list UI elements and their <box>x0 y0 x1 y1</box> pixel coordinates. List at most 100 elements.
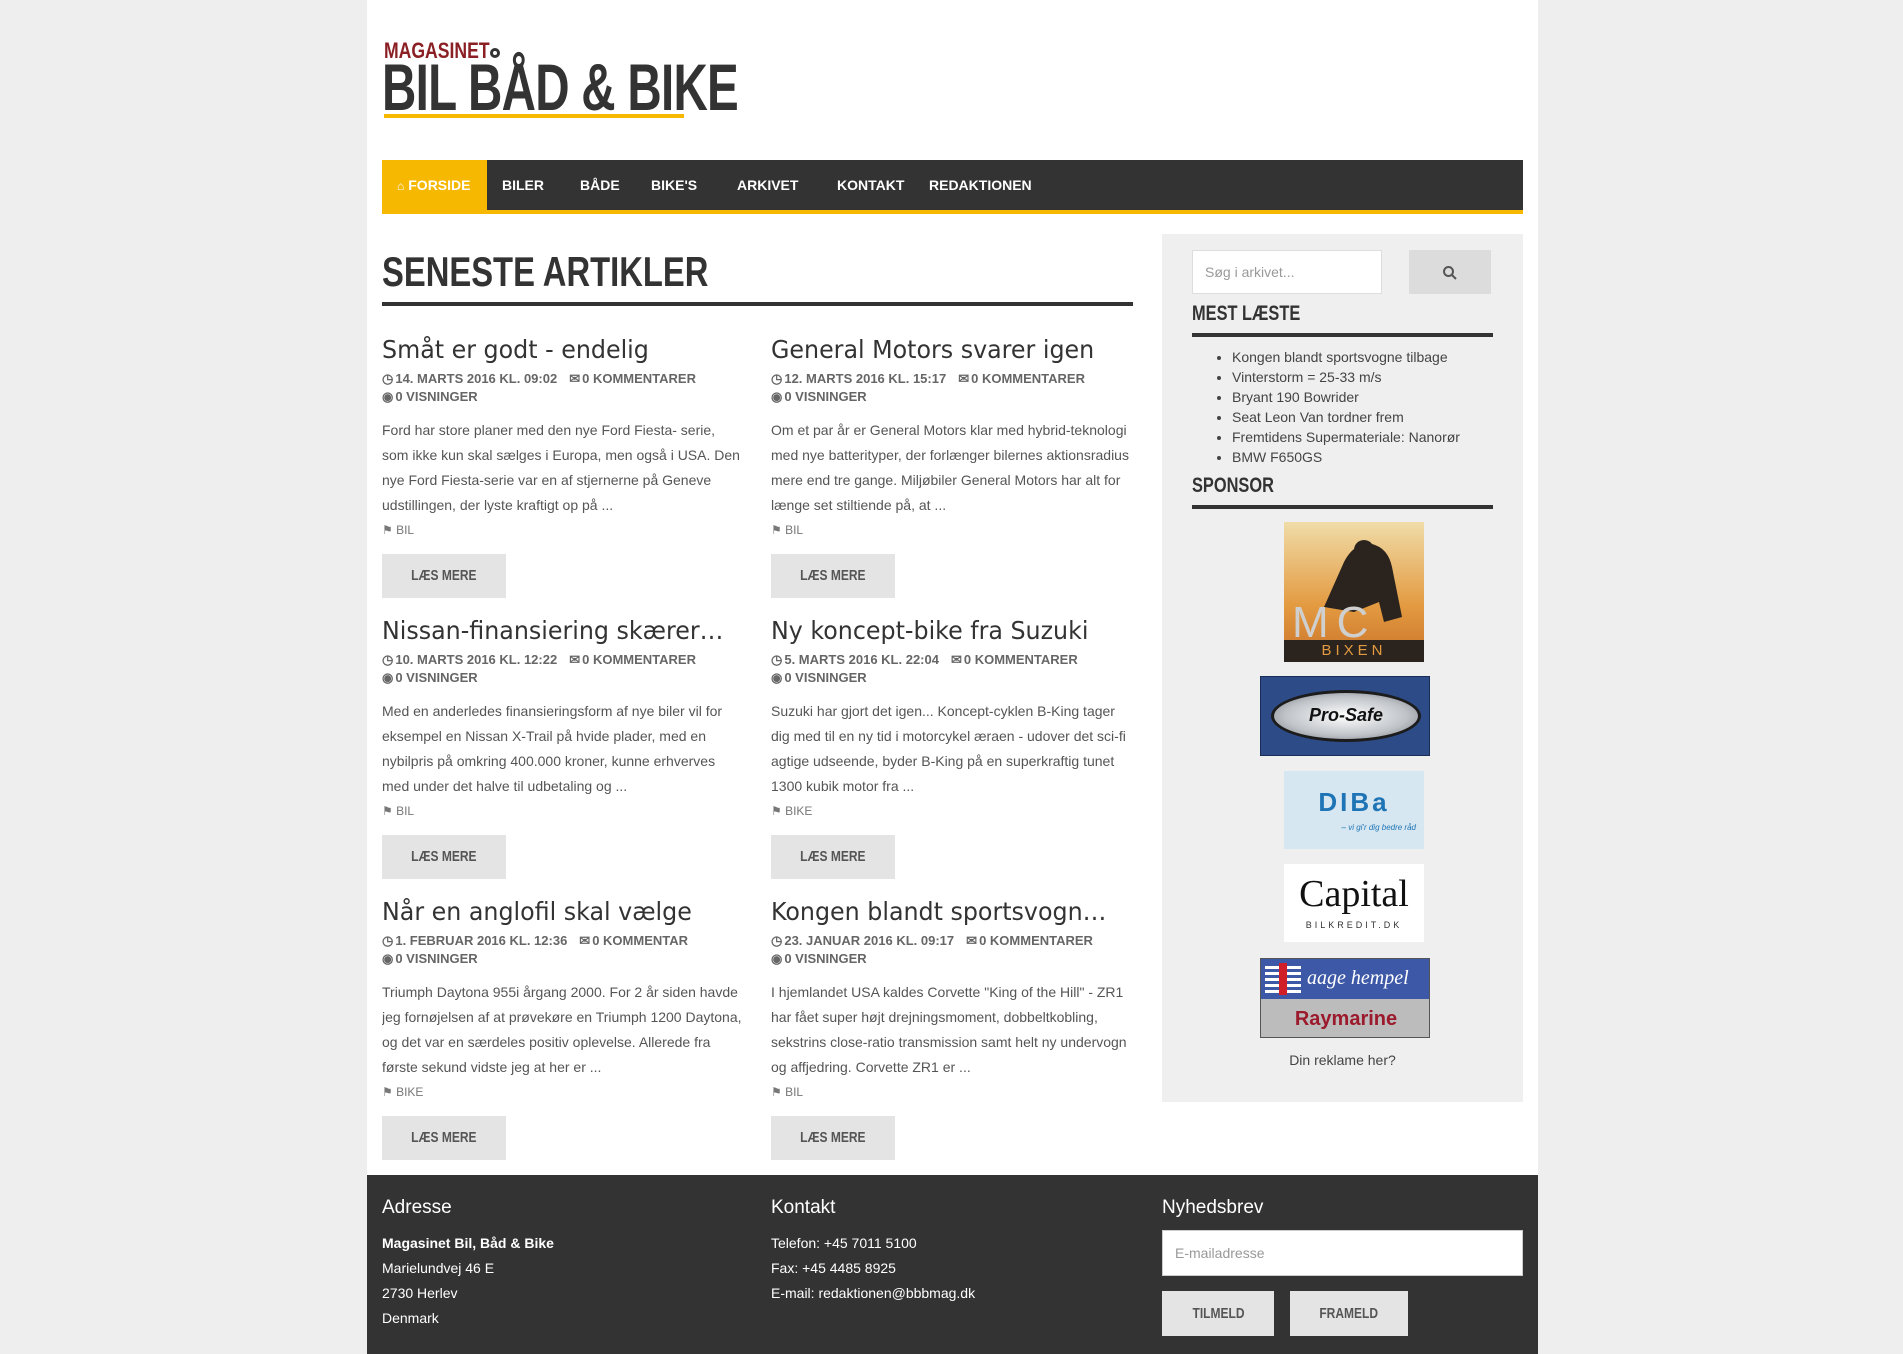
footer-address-heading: Adresse <box>382 1197 452 1218</box>
article-comments[interactable]: 0 KOMMENTARER <box>971 371 1085 386</box>
unsubscribe-label: FRAMELD <box>1319 1305 1379 1322</box>
article-date: 12. MARTS 2016 KL. 15:17 <box>784 371 947 386</box>
search-button[interactable] <box>1409 250 1491 294</box>
nav-item-biler[interactable]: BILER <box>487 160 559 210</box>
article-excerpt: Om et par år er General Motors klar med … <box>771 422 1129 513</box>
aage-hempel-text: aage hempel <box>1307 967 1409 989</box>
nav-item-kontakt[interactable]: KONTAKT <box>822 160 919 210</box>
most-read-item[interactable]: Vinterstorm = 25-33 m/s <box>1232 367 1502 387</box>
footer-newsletter-heading: Nyhedsbrev <box>1162 1197 1264 1218</box>
eye-icon: ◉ <box>771 389 783 404</box>
comment-icon: ✉ <box>579 933 591 948</box>
article-excerpt: Ford har store planer med den nye Ford F… <box>382 422 740 513</box>
address-line: Marielundvej 46 E <box>382 1260 495 1276</box>
article-title[interactable]: Når en anglofil skal vælge <box>382 896 726 928</box>
article-card: Når en anglofil skal vælge ◷ 1. FEBRUAR 2… <box>382 896 744 1160</box>
sponsor-capital[interactable]: Capital BILKREDIT.DK <box>1284 864 1424 942</box>
read-more-label: LÆS MERE <box>411 1129 477 1146</box>
subscribe-label: TILMELD <box>1192 1305 1244 1322</box>
nav-item-arkivet[interactable]: ARKIVET <box>722 160 813 210</box>
sponsor-pro-safe[interactable]: Pro-Safe <box>1260 676 1430 756</box>
article-date: 10. MARTS 2016 KL. 12:22 <box>395 652 558 667</box>
article-meta: ◷ 5. MARTS 2016 KL. 22:04 ✉ 0 KOMMENTARER ◉… <box>771 651 1133 687</box>
article-views: 0 VISNINGER <box>784 951 867 966</box>
search-input[interactable]: Søg i arkivet... <box>1192 250 1382 294</box>
section-title: SENESTE ARTIKLER <box>382 248 709 295</box>
nav-item-redaktionen[interactable]: REDAKTIONEN <box>914 160 1047 210</box>
article-tag[interactable]: ⚑ BIL <box>382 803 744 819</box>
article-meta: ◷ 23. JANUAR 2016 KL. 09:17 ✉ 0 KOMMENTARER… <box>771 932 1133 968</box>
article-title[interactable]: General Motors svarer igen <box>771 334 1115 366</box>
most-read-item[interactable]: BMW F650GS <box>1232 447 1502 467</box>
article-meta: ◷ 14. MARTS 2016 KL. 09:02 ✉ 0 KOMMENTARER … <box>382 370 744 406</box>
footer-contact: Telefon: +45 7011 5100 Fax: +45 4485 892… <box>771 1231 975 1306</box>
section-divider <box>382 302 1133 306</box>
newsletter-email-input[interactable]: E-mailadresse <box>1162 1230 1523 1276</box>
comment-icon: ✉ <box>569 371 581 386</box>
article-title[interactable]: Nissan-finansiering skærer i ... <box>382 615 726 647</box>
sponsor-aage-hempel[interactable]: aage hempel Raymarine <box>1260 958 1430 1038</box>
article-date: 1. FEBRUAR 2016 KL. 12:36 <box>395 933 568 948</box>
read-more-label: LÆS MERE <box>800 848 866 865</box>
nav-item-baade[interactable]: BÅDE <box>565 160 635 210</box>
article-views: 0 VISNINGER <box>395 670 478 685</box>
eye-icon: ◉ <box>771 951 783 966</box>
most-read-item[interactable]: Fremtidens Supermateriale: Nanorør <box>1232 427 1502 447</box>
article-excerpt: Suzuki har gjort det igen... Koncept-cyk… <box>771 703 1126 794</box>
article-comments[interactable]: 0 KOMMENTAR <box>592 933 688 948</box>
read-more-button[interactable]: LÆS MERE <box>771 1116 895 1160</box>
contact-phone: Telefon: +45 7011 5100 <box>771 1235 917 1251</box>
nav-item-forside[interactable]: ⌂ FORSIDE <box>382 160 487 210</box>
article-tag[interactable]: ⚑ BIL <box>382 522 744 538</box>
most-read-item[interactable]: Seat Leon Van tordner frem <box>1232 407 1502 427</box>
mc-logo-text: MC <box>1292 598 1377 647</box>
footer-contact-heading: Kontakt <box>771 1197 836 1218</box>
comment-icon: ✉ <box>966 933 978 948</box>
article-comments[interactable]: 0 KOMMENTARER <box>582 371 696 386</box>
read-more-button[interactable]: LÆS MERE <box>382 1116 506 1160</box>
address-line: Magasinet Bil, Båd & Bike <box>382 1235 554 1251</box>
article-tag[interactable]: ⚑ BIL <box>771 522 1133 538</box>
unsubscribe-button[interactable]: FRAMELD <box>1290 1291 1408 1336</box>
read-more-button[interactable]: LÆS MERE <box>771 835 895 879</box>
nav-item-bikes[interactable]: BIKE'S <box>636 160 712 210</box>
article-tag[interactable]: ⚑ BIKE <box>771 803 1133 819</box>
article-views: 0 VISNINGER <box>395 389 478 404</box>
article-title[interactable]: Småt er godt - endelig <box>382 334 726 366</box>
sponsor-caption[interactable]: Din reklame her? <box>1162 1052 1523 1068</box>
site-logo[interactable]: MAGASINET BIL BÅD & BIKE <box>382 38 739 120</box>
main-nav: ⌂ FORSIDE BILER BÅDE BIKE'S ARKIVET KONTA… <box>382 160 1523 214</box>
article-excerpt: Med en anderledes finansieringsform af n… <box>382 703 723 794</box>
nav-label: FORSIDE <box>408 177 471 193</box>
article-meta: ◷ 12. MARTS 2016 KL. 15:17 ✉ 0 KOMMENTARER … <box>771 370 1133 406</box>
capital-logo-text: Capital <box>1299 873 1409 915</box>
sponsor-mc-bixen[interactable]: MC BIXEN <box>1284 522 1424 662</box>
article-comments[interactable]: 0 KOMMENTARER <box>979 933 1093 948</box>
most-read-item[interactable]: Kongen blandt sportsvogne tilbage <box>1232 347 1502 367</box>
article-comments[interactable]: 0 KOMMENTARER <box>582 652 696 667</box>
read-more-button[interactable]: LÆS MERE <box>382 835 506 879</box>
sponsor-diba[interactable]: DIBa – vi gi'r dig bedre råd <box>1284 771 1424 849</box>
tag-label: BIKE <box>785 804 813 818</box>
article-date: 14. MARTS 2016 KL. 09:02 <box>395 371 558 386</box>
article-comments[interactable]: 0 KOMMENTARER <box>964 652 1078 667</box>
article-tag[interactable]: ⚑ BIKE <box>382 1084 744 1100</box>
footer: Adresse Magasinet Bil, Båd & Bike Mariel… <box>367 1175 1538 1354</box>
logo-big-text: BIL BÅD & BIKE <box>382 50 739 124</box>
article-card: Nissan-finansiering skærer i ... ◷ 10. MA… <box>382 615 744 879</box>
article-card: General Motors svarer igen ◷ 12. MARTS 20… <box>771 334 1133 598</box>
article-title[interactable]: Ny koncept-bike fra Suzuki <box>771 615 1115 647</box>
read-more-button[interactable]: LÆS MERE <box>771 554 895 598</box>
contact-fax: Fax: +45 4485 8925 <box>771 1260 896 1276</box>
eye-icon: ◉ <box>382 670 394 685</box>
diba-logo-text: DIBa <box>1318 787 1390 817</box>
article-meta: ◷ 1. FEBRUAR 2016 KL. 12:36 ✉ 0 KOMMENTAR ◉… <box>382 932 744 968</box>
read-more-button[interactable]: LÆS MERE <box>382 554 506 598</box>
article-tag[interactable]: ⚑ BIL <box>771 1084 1133 1100</box>
contact-email[interactable]: E-mail: redaktionen@bbbmag.dk <box>771 1281 975 1306</box>
mc-logo-subtext: BIXEN <box>1321 642 1387 659</box>
subscribe-button[interactable]: TILMELD <box>1162 1291 1274 1336</box>
hempel-flag-icon <box>1265 963 1301 995</box>
article-title[interactable]: Kongen blandt sportsvogne ... <box>771 896 1115 928</box>
most-read-item[interactable]: Bryant 190 Bowrider <box>1232 387 1502 407</box>
